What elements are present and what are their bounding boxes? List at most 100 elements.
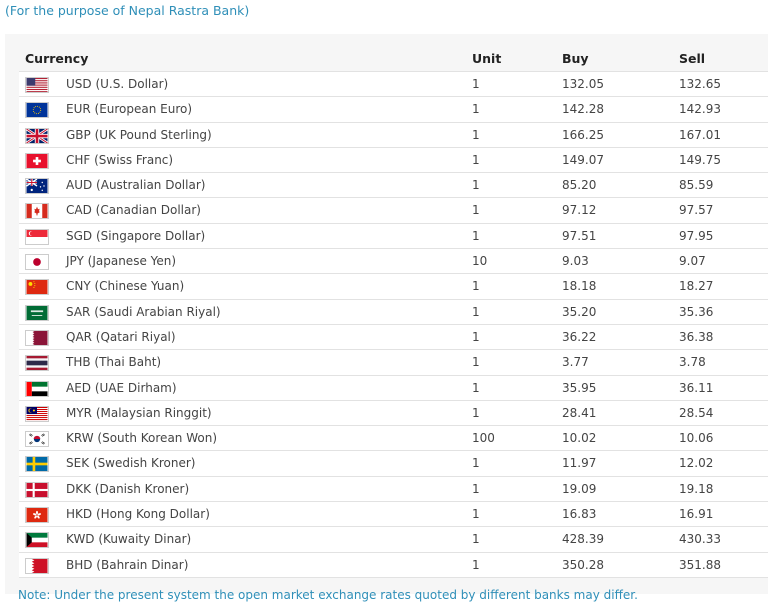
currency-name: SAR (Saudi Arabian Riyal): [66, 304, 221, 319]
sell-rate: 9.07: [679, 254, 706, 269]
buy-rate: 35.20: [562, 304, 597, 319]
currency-name: CNY (Chinese Yuan): [66, 279, 185, 294]
sell-rate: 12.02: [679, 456, 714, 471]
buy-rate: 11.97: [562, 456, 597, 471]
ch-flag-icon: [25, 152, 49, 169]
buy-rate: 97.12: [562, 203, 597, 218]
table-header: Currency Unit Buy Sell: [5, 45, 768, 71]
cn-flag-icon: [25, 279, 49, 296]
sell-rate: 10.06: [679, 431, 714, 446]
buy-rate: 19.09: [562, 481, 597, 496]
table-row: QAR (Qatari Riyal) 1 36.22 36.38: [19, 323, 768, 350]
sa-flag-icon: [25, 304, 49, 321]
unit-value: 1: [472, 532, 480, 547]
table-row: THB (Thai Baht) 1 3.77 3.78: [19, 349, 768, 375]
currency-name: EUR (European Euro): [66, 102, 193, 117]
unit-value: 1: [472, 481, 480, 496]
table-row: KWD (Kuwaity Dinar) 1 428.39 430.33: [19, 526, 768, 552]
table-row: DKK (Danish Kroner) 1 19.09 19.18: [19, 475, 768, 502]
unit-value: 1: [472, 557, 480, 572]
buy-rate: 9.03: [562, 254, 589, 269]
ca-flag-icon: [25, 203, 49, 220]
page-subtitle: (For the purpose of Nepal Rastra Bank): [5, 3, 250, 18]
currency-name: SEK (Swedish Kroner): [66, 456, 196, 471]
buy-rate: 28.41: [562, 405, 597, 420]
footer-note: Note: Under the present system the open …: [18, 588, 638, 602]
table-row: SGD (Singapore Dollar) 1 97.51 97.95: [19, 222, 768, 249]
unit-value: 1: [472, 102, 480, 117]
currency-name: GBP (UK Pound Sterling): [66, 127, 212, 142]
buy-rate: 3.77: [562, 355, 589, 370]
currency-name: BHD (Bahrain Dinar): [66, 557, 189, 572]
table-body: USD (U.S. Dollar) 1 132.05 132.65 EUR (E…: [19, 71, 768, 578]
currency-name: AED (UAE Dirham): [66, 380, 177, 395]
header-buy: Buy: [562, 51, 589, 66]
currency-name: MYR (Malaysian Ringgit): [66, 405, 212, 420]
currency-name: CAD (Canadian Dollar): [66, 203, 201, 218]
buy-rate: 18.18: [562, 279, 597, 294]
sell-rate: 36.38: [679, 329, 714, 344]
table-row: GBP (UK Pound Sterling) 1 166.25 167.01: [19, 121, 768, 147]
se-flag-icon: [25, 456, 49, 473]
header-sell: Sell: [679, 51, 706, 66]
table-row: USD (U.S. Dollar) 1 132.05 132.65: [19, 71, 768, 97]
ae-flag-icon: [25, 380, 49, 397]
unit-value: 100: [472, 431, 495, 446]
unit-value: 1: [472, 405, 480, 420]
sell-rate: 97.95: [679, 228, 714, 243]
buy-rate: 149.07: [562, 152, 604, 167]
sell-rate: 351.88: [679, 557, 721, 572]
unit-value: 1: [472, 228, 480, 243]
currency-name: HKD (Hong Kong Dollar): [66, 507, 210, 522]
dk-flag-icon: [25, 481, 49, 498]
header-currency: Currency: [25, 51, 89, 66]
table-row: SAR (Saudi Arabian Riyal) 1 35.20 35.36: [19, 298, 768, 324]
table-row: CNY (Chinese Yuan) 1 18.18 18.27: [19, 273, 768, 299]
table-row: KRW (South Korean Won) 100 10.02 10.06: [19, 425, 768, 451]
sell-rate: 18.27: [679, 279, 714, 294]
currency-name: DKK (Danish Kroner): [66, 481, 190, 496]
table-row: JPY (Japanese Yen) 10 9.03 9.07: [19, 248, 768, 274]
unit-value: 1: [472, 329, 480, 344]
au-flag-icon: [25, 178, 49, 195]
us-flag-icon: [25, 77, 49, 93]
buy-rate: 132.05: [562, 77, 604, 91]
sell-rate: 19.18: [679, 481, 714, 496]
buy-rate: 85.20: [562, 178, 597, 193]
hk-flag-icon: [25, 507, 49, 524]
kr-flag-icon: [25, 431, 49, 448]
unit-value: 1: [472, 178, 480, 193]
table-row: SEK (Swedish Kroner) 1 11.97 12.02: [19, 450, 768, 476]
buy-rate: 350.28: [562, 557, 604, 572]
buy-rate: 142.28: [562, 102, 604, 117]
unit-value: 1: [472, 304, 480, 319]
sell-rate: 36.11: [679, 380, 714, 395]
buy-rate: 10.02: [562, 431, 597, 446]
unit-value: 1: [472, 380, 480, 395]
unit-value: 1: [472, 507, 480, 522]
table-row: AUD (Australian Dollar) 1 85.20 85.59: [19, 172, 768, 198]
unit-value: 1: [472, 279, 480, 294]
unit-value: 1: [472, 456, 480, 471]
table-row: AED (UAE Dirham) 1 35.95 36.11: [19, 374, 768, 400]
header-unit: Unit: [472, 51, 502, 66]
sell-rate: 85.59: [679, 178, 714, 193]
sell-rate: 149.75: [679, 152, 721, 167]
kw-flag-icon: [25, 532, 49, 549]
unit-value: 1: [472, 152, 480, 167]
currency-name: USD (U.S. Dollar): [66, 77, 169, 91]
currency-name: CHF (Swiss Franc): [66, 152, 174, 167]
currency-name: KWD (Kuwaity Dinar): [66, 532, 192, 547]
unit-value: 1: [472, 127, 480, 142]
sell-rate: 430.33: [679, 532, 721, 547]
currency-name: SGD (Singapore Dollar): [66, 228, 206, 243]
table-row: BHD (Bahrain Dinar) 1 350.28 351.88: [19, 551, 768, 578]
currency-name: JPY (Japanese Yen): [66, 254, 177, 269]
jp-flag-icon: [25, 254, 49, 271]
sell-rate: 3.78: [679, 355, 706, 370]
buy-rate: 16.83: [562, 507, 597, 522]
buy-rate: 35.95: [562, 380, 597, 395]
table-row: CHF (Swiss Franc) 1 149.07 149.75: [19, 146, 768, 173]
currency-name: AUD (Australian Dollar): [66, 178, 206, 193]
currency-name: QAR (Qatari Riyal): [66, 329, 176, 344]
